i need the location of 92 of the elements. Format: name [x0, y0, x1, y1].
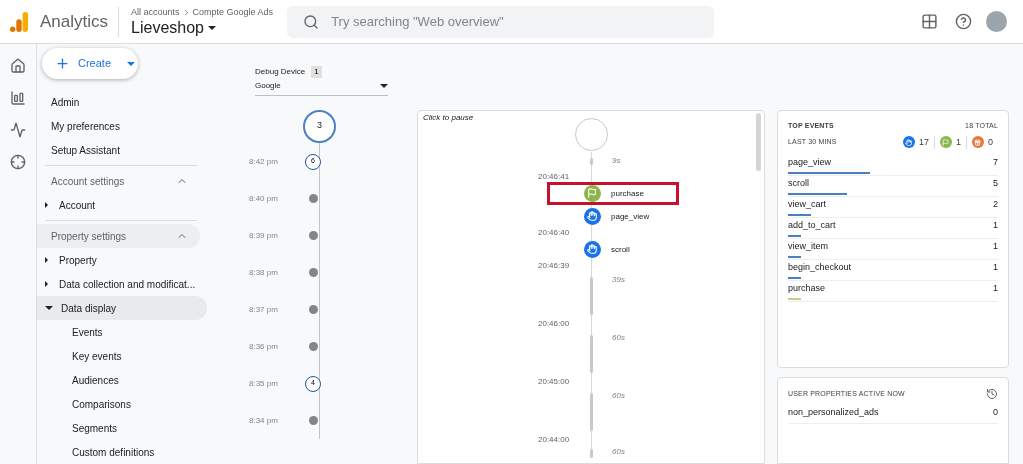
scrollbar[interactable]: [756, 113, 761, 171]
nav-item[interactable]: Account: [37, 193, 207, 217]
event-count: 7: [993, 156, 998, 170]
bar-chart-icon[interactable]: [10, 90, 26, 106]
current-minute-count: 3: [303, 109, 336, 143]
breadcrumb-link[interactable]: All accounts: [131, 5, 180, 20]
search-field[interactable]: Try searching "Web overview": [287, 5, 715, 38]
flag-icon: [939, 136, 952, 149]
hand-icon: [902, 136, 915, 149]
type-count: 0: [988, 135, 993, 149]
event-count: 1: [993, 240, 998, 254]
flag-icon: [584, 185, 601, 202]
section-header[interactable]: Property settings: [37, 224, 200, 248]
property-count: 0: [993, 406, 998, 420]
minute-time: 8:38 pm: [249, 266, 279, 279]
caret-down-icon: [45, 306, 53, 310]
nav-link[interactable]: Admin: [37, 90, 207, 114]
event-name[interactable]: page_view: [611, 210, 650, 223]
caret-right-icon: [45, 257, 48, 263]
event-count: 2: [993, 198, 998, 212]
property-name: non_personalized_ads: [788, 406, 879, 420]
minute-time: 8:34 pm: [249, 414, 279, 427]
minute-time: 8:35 pm: [249, 377, 279, 390]
nav-item[interactable]: Data collection and modificat...: [37, 272, 207, 296]
caret-right-icon: [45, 202, 48, 208]
gap-duration: 39s: [612, 274, 625, 286]
nav-link[interactable]: Setup Assistant: [37, 138, 207, 162]
type-count: 17: [918, 135, 929, 149]
gap-bar: [590, 158, 593, 165]
apps-grid-icon[interactable]: [921, 13, 938, 30]
nav-link[interactable]: My preferences: [37, 114, 207, 138]
event-name[interactable]: view_item: [788, 240, 828, 254]
plus-icon: [55, 56, 70, 71]
gap-duration: 60s: [612, 390, 625, 402]
minute-time: 8:39 pm: [249, 229, 279, 242]
event-count: 1: [993, 282, 998, 296]
history-icon[interactable]: [986, 388, 998, 400]
section-header[interactable]: Account settings: [37, 169, 200, 193]
event-count: 5: [993, 177, 998, 191]
nav-subitem[interactable]: Audiences: [37, 368, 207, 392]
event-name[interactable]: scroll: [611, 243, 630, 256]
gap-bar: [590, 393, 593, 431]
event-count: 1: [993, 219, 998, 233]
product-name: Analytics: [40, 10, 109, 33]
help-icon[interactable]: [955, 13, 972, 30]
nav-subitem[interactable]: Segments: [37, 416, 207, 440]
nav-subitem[interactable]: Events: [37, 320, 207, 344]
analytics-logo-icon: [10, 11, 28, 32]
caret-right-icon: [45, 281, 48, 287]
avatar[interactable]: [986, 11, 1007, 32]
gift-icon: [972, 136, 984, 149]
minute-time: 8:36 pm: [249, 340, 279, 353]
gap-duration: 9s: [612, 155, 621, 167]
device-count: 1: [311, 66, 322, 78]
gap-duration: 60s: [612, 446, 625, 458]
crosshair-icon[interactable]: [10, 154, 26, 170]
gap-bar: [590, 335, 593, 373]
nav-subitem[interactable]: Custom definitions: [37, 440, 207, 464]
search-input[interactable]: Try searching "Web overview": [331, 11, 699, 32]
caret-icon: [127, 61, 136, 66]
caret-icon: [380, 84, 388, 88]
gap-bar: [590, 449, 593, 458]
pause-hint[interactable]: Click to pause: [423, 112, 474, 124]
minute-time: 8:37 pm: [249, 303, 279, 316]
search-icon: [303, 13, 320, 30]
gap-duration: 60s: [612, 332, 625, 344]
property-selector[interactable]: Lieveshop: [131, 19, 274, 38]
create-button[interactable]: Create: [42, 48, 138, 79]
hand-icon: [584, 241, 601, 258]
home-icon[interactable]: [10, 58, 26, 74]
nav-item[interactable]: Data display: [37, 296, 207, 320]
event-name[interactable]: scroll: [788, 177, 809, 191]
minute-time: 8:42 pm: [249, 155, 279, 168]
event-name[interactable]: page_view: [788, 156, 832, 170]
hand-icon: [584, 208, 601, 225]
event-name[interactable]: add_to_cart: [788, 219, 836, 233]
nav-subitem[interactable]: Comparisons: [37, 392, 207, 416]
debug-device-label: Debug Device: [255, 66, 306, 78]
caret-icon: [208, 26, 216, 31]
type-count: 1: [955, 135, 961, 149]
event-name[interactable]: purchase: [611, 187, 644, 200]
nav-subitem[interactable]: Key events: [37, 344, 207, 368]
event-name[interactable]: purchase: [788, 282, 826, 296]
event-count: 1: [993, 261, 998, 275]
event-name[interactable]: begin_checkout: [788, 261, 852, 275]
minute-time: 8:40 pm: [249, 192, 279, 205]
event-name[interactable]: view_cart: [788, 198, 826, 212]
pulse-icon[interactable]: [10, 122, 26, 138]
gap-bar: [590, 277, 593, 315]
device-select[interactable]: Google: [255, 80, 388, 96]
breadcrumb-link[interactable]: Compte Google Ads: [192, 5, 274, 20]
nav-item[interactable]: Property: [37, 248, 207, 272]
